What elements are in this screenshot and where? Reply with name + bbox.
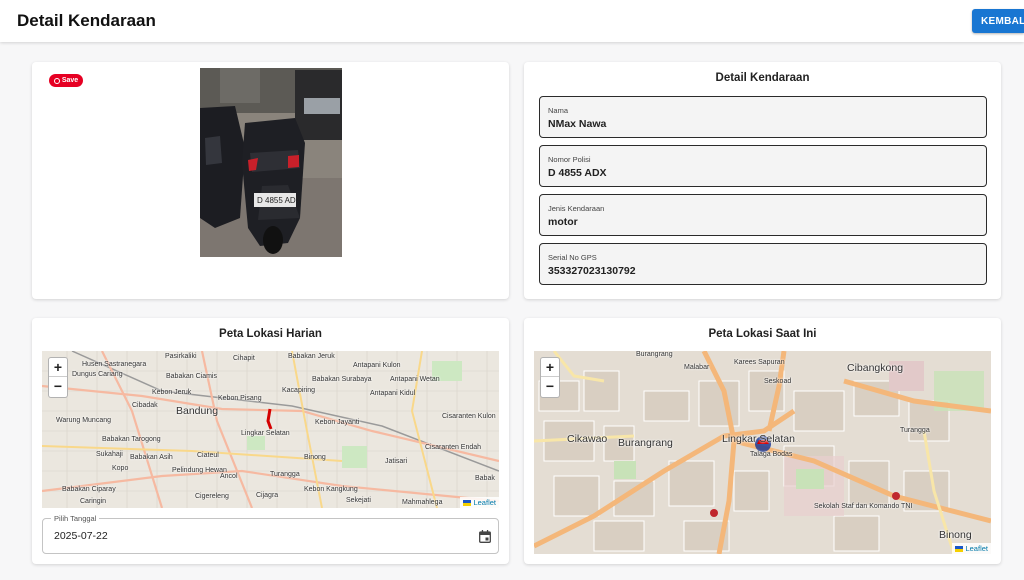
leaflet-link[interactable]: Leaflet bbox=[473, 498, 496, 507]
map-label: Cibangkong bbox=[847, 362, 904, 374]
vehicle-type-field-label: Jenis Kendaraan bbox=[548, 204, 605, 213]
map-label: Mahmahlega bbox=[402, 499, 443, 506]
current-location-map-card: Peta Lokasi Saat Ini Burangrang Malabar … bbox=[524, 318, 1001, 564]
map-label: Kacapiring bbox=[282, 387, 316, 394]
map-label: Husen Sastranegara bbox=[82, 361, 147, 368]
map-label: Lingkar Selatan bbox=[241, 430, 290, 437]
pinterest-icon bbox=[53, 77, 60, 84]
map-label: Cigereleng bbox=[195, 493, 229, 500]
vehicle-detail-card: Detail Kendaraan Nama NMax Nawa Nomor Po… bbox=[524, 62, 1001, 299]
ukraine-flag-icon bbox=[955, 545, 964, 552]
map-label: Binong bbox=[304, 454, 326, 461]
map-label: Malabar bbox=[684, 364, 710, 371]
map-label: Sukahaji bbox=[96, 451, 123, 458]
name-field[interactable]: Nama NMax Nawa bbox=[539, 96, 987, 138]
map-label: Babakan Ciparay bbox=[62, 486, 116, 493]
map-label: Dungus Cariang bbox=[72, 371, 123, 378]
daily-location-map[interactable]: Husen Sastranegara Pasirkaliki Cihapit B… bbox=[42, 351, 499, 508]
map-label: Binong bbox=[939, 529, 972, 541]
zoom-out-button[interactable]: − bbox=[541, 377, 559, 396]
plate-number-field-value: D 4855 ADX bbox=[548, 167, 607, 179]
save-label: Save bbox=[61, 77, 79, 84]
map-attribution[interactable]: Leaflet bbox=[460, 497, 499, 508]
vehicle-photo-card: Save D 4855 ADX bbox=[32, 62, 509, 299]
plate-number-field[interactable]: Nomor Polisi D 4855 ADX bbox=[539, 145, 987, 187]
map-label: Babakan Tarogong bbox=[102, 436, 161, 443]
map-label: Cisaranten Kulon bbox=[442, 413, 496, 420]
current-map-zoom-control: + − bbox=[540, 357, 560, 398]
map-label: Babakan Ciamis bbox=[166, 373, 217, 380]
license-plate-text: D 4855 ADX bbox=[257, 196, 302, 205]
map-label: Pelindung Hewan bbox=[172, 467, 227, 474]
map-label: Lingkar Selatan bbox=[722, 433, 795, 445]
gps-serial-field[interactable]: Serial No GPS 353327023130792 bbox=[539, 243, 987, 285]
daily-map-title: Peta Lokasi Harian bbox=[219, 328, 322, 340]
vehicle-type-field[interactable]: Jenis Kendaraan motor bbox=[539, 194, 987, 236]
map-label: Cijagra bbox=[256, 492, 279, 499]
map-label: Sekolah Staf dan Komando TNI bbox=[814, 503, 913, 510]
current-map-title: Peta Lokasi Saat Ini bbox=[708, 328, 817, 340]
map-label: Antapani Kulon bbox=[353, 362, 401, 369]
zoom-in-button[interactable]: + bbox=[49, 358, 67, 377]
page-title: Detail Kendaraan bbox=[17, 11, 156, 30]
plate-number-field-label: Nomor Polisi bbox=[548, 155, 591, 164]
map-label: Sekejati bbox=[346, 497, 371, 504]
map-label: Kebon Jayanti bbox=[315, 419, 360, 426]
map-label: Caringin bbox=[80, 498, 107, 505]
zoom-in-button[interactable]: + bbox=[541, 358, 559, 377]
map-label: Babakan Surabaya bbox=[312, 376, 372, 383]
top-bar: Detail Kendaraan KEMBALI bbox=[0, 0, 1024, 42]
date-picker-field[interactable]: Pilih Tanggal bbox=[42, 514, 499, 554]
map-label: Burangrang bbox=[618, 437, 673, 449]
map-label: Ancol bbox=[220, 473, 238, 480]
map-label: Warung Muncang bbox=[56, 417, 111, 424]
name-field-value: NMax Nawa bbox=[548, 118, 607, 130]
map-label: Antapani Kidul bbox=[370, 390, 416, 397]
map-label: Ciateul bbox=[197, 452, 219, 459]
map-attribution[interactable]: Leaflet bbox=[952, 543, 991, 554]
map-label: Turangga bbox=[900, 427, 930, 434]
map-label: Kebon Kangkung bbox=[304, 486, 358, 493]
map-label: Babakan Jeruk bbox=[288, 353, 335, 360]
vehicle-type-field-value: motor bbox=[548, 216, 578, 228]
map-label: Turangga bbox=[270, 471, 300, 478]
name-field-label: Nama bbox=[548, 106, 569, 115]
ukraine-flag-icon bbox=[463, 499, 472, 506]
date-input[interactable] bbox=[54, 530, 354, 542]
daily-map-zoom-control: + − bbox=[48, 357, 68, 398]
daily-location-map-card: Peta Lokasi Harian Husen Sastranegara Pa… bbox=[32, 318, 509, 564]
map-label: Karees Sapuran bbox=[734, 359, 785, 366]
map-label: Talaga Bodas bbox=[750, 451, 793, 458]
map-label: Kopo bbox=[112, 465, 129, 472]
zoom-out-button[interactable]: − bbox=[49, 377, 67, 396]
current-location-map[interactable]: Burangrang Malabar Karees Sapuran Cibang… bbox=[534, 351, 991, 554]
calendar-icon[interactable] bbox=[479, 530, 491, 543]
pinterest-save-button[interactable]: Save bbox=[49, 74, 83, 87]
date-picker-label: Pilih Tanggal bbox=[51, 514, 100, 523]
gps-serial-field-value: 353327023130792 bbox=[548, 265, 636, 277]
gps-serial-field-label: Serial No GPS bbox=[548, 253, 597, 262]
map-label-city: Bandung bbox=[176, 405, 219, 417]
map-label: Cihapit bbox=[233, 355, 255, 362]
map-label: Jatisari bbox=[385, 458, 408, 465]
map-label: Kebon Jeruk bbox=[152, 389, 192, 396]
detail-card-title: Detail Kendaraan bbox=[715, 72, 810, 84]
leaflet-link[interactable]: Leaflet bbox=[965, 544, 988, 553]
map-label: Babakan Asih bbox=[130, 454, 173, 461]
back-button[interactable]: KEMBALI bbox=[972, 9, 1024, 33]
map-label: Pasirkaliki bbox=[165, 353, 197, 360]
map-label: Burangrang bbox=[636, 351, 673, 358]
map-label: Babak bbox=[475, 475, 495, 482]
map-label: Kebon Pisang bbox=[218, 395, 262, 402]
vehicle-photo: D 4855 ADX bbox=[200, 68, 342, 257]
map-label: Cisaranten Endah bbox=[425, 444, 482, 451]
map-label: Cikawao bbox=[567, 433, 608, 445]
map-label: Cibadak bbox=[132, 402, 158, 409]
map-label: Seskoad bbox=[764, 378, 792, 385]
map-label: Antapani Wetan bbox=[390, 376, 440, 383]
